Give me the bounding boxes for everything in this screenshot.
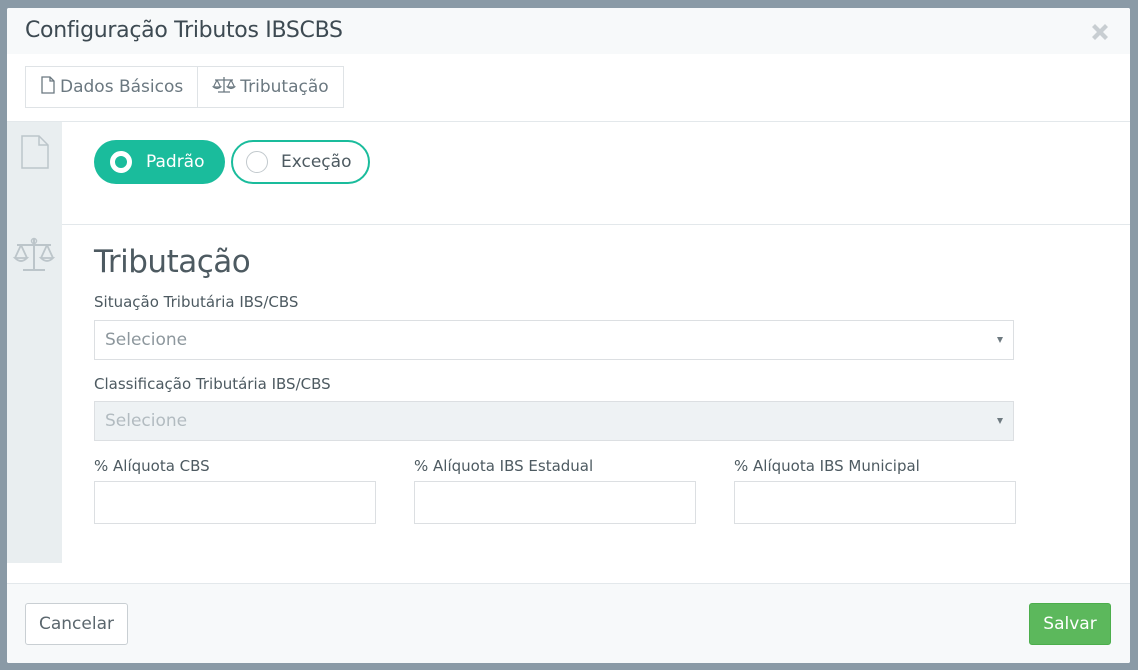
situacao-select[interactable]: Selecione — [94, 320, 1014, 360]
cancel-button[interactable]: Cancelar — [25, 603, 128, 645]
file-icon — [40, 75, 60, 99]
aliquota-ibs-municipal-input[interactable] — [734, 481, 1016, 524]
aliquota-ibs-estadual-label: % Alíquota IBS Estadual — [414, 457, 594, 475]
aliquota-ibs-municipal-label: % Alíquota IBS Municipal — [734, 457, 920, 475]
section-divider — [62, 224, 1130, 225]
file-icon — [20, 134, 50, 175]
select-placeholder: Selecione — [105, 411, 188, 431]
close-icon[interactable] — [1088, 20, 1112, 44]
radio-excecao[interactable]: Exceção — [231, 140, 370, 184]
radio-unselected-icon — [246, 151, 268, 173]
modal-footer: Cancelar Salvar — [7, 583, 1130, 663]
radio-label: Exceção — [281, 152, 352, 172]
situacao-label: Situação Tributária IBS/CBS — [94, 293, 299, 311]
tab-tributacao[interactable]: Tributação — [197, 67, 342, 107]
balance-scale-icon — [12, 236, 56, 279]
balance-scale-icon — [212, 76, 240, 99]
tab-label: Tributação — [240, 77, 329, 97]
caret-down-icon — [997, 337, 1003, 343]
radio-label: Padrão — [146, 152, 205, 172]
modal-title: Configuração Tributos IBSCBS — [25, 18, 343, 43]
side-strip — [7, 122, 62, 563]
aliquota-cbs-input[interactable] — [94, 481, 376, 524]
tab-label: Dados Básicos — [60, 77, 184, 97]
radio-padrao[interactable]: Padrão — [94, 140, 225, 184]
tabs-bar: Dados Básicos Tributação — [7, 54, 1130, 122]
classificacao-label: Classificação Tributária IBS/CBS — [94, 375, 331, 393]
save-button[interactable]: Salvar — [1029, 603, 1111, 645]
section-title: Tributação — [94, 244, 251, 280]
modal-header: Configuração Tributos IBSCBS — [7, 8, 1130, 55]
tax-config-modal: Configuração Tributos IBSCBS Dados Básic… — [7, 8, 1130, 663]
tab-dados-basicos[interactable]: Dados Básicos — [26, 67, 197, 107]
tab-list: Dados Básicos Tributação — [25, 66, 344, 108]
caret-down-icon — [997, 418, 1003, 424]
aliquota-cbs-label: % Alíquota CBS — [94, 457, 210, 475]
aliquota-ibs-estadual-input[interactable] — [414, 481, 696, 524]
select-placeholder: Selecione — [105, 330, 188, 350]
radio-selected-icon — [110, 151, 132, 173]
classificacao-select: Selecione — [94, 401, 1014, 441]
